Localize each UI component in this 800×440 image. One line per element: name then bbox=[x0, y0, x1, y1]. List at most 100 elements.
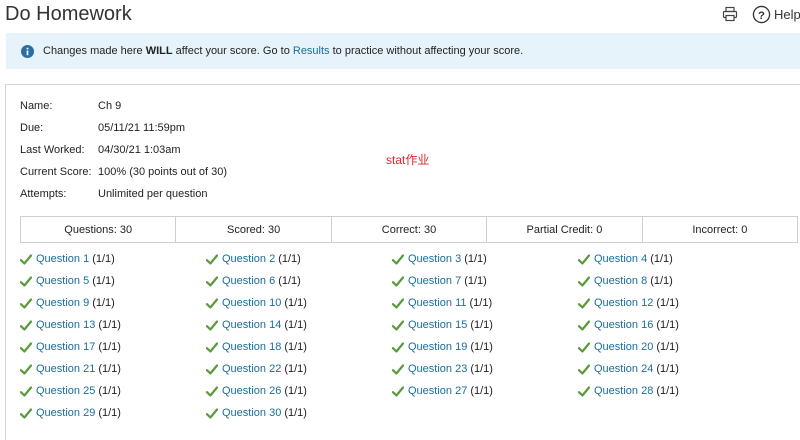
checkmark-icon bbox=[578, 385, 590, 397]
attempts-label: Attempts: bbox=[20, 188, 67, 200]
question-link[interactable]: Question 6 bbox=[222, 274, 275, 288]
results-link[interactable]: Results bbox=[293, 45, 330, 57]
checkmark-icon bbox=[206, 319, 218, 331]
question-score: (1/1) bbox=[98, 319, 121, 331]
question-item[interactable]: Question 17 (1/1) bbox=[20, 340, 121, 354]
question-item[interactable]: Question 25 (1/1) bbox=[20, 384, 121, 398]
question-item[interactable]: Question 1 (1/1) bbox=[20, 252, 115, 266]
question-item[interactable]: Question 23 (1/1) bbox=[392, 362, 493, 376]
question-score: (1/1) bbox=[464, 275, 487, 287]
checkmark-icon bbox=[392, 253, 404, 265]
question-item[interactable]: Question 2 (1/1) bbox=[206, 252, 301, 266]
summary-partial-credit: Partial Credit: 0 bbox=[487, 217, 643, 242]
question-item[interactable]: Question 12 (1/1) bbox=[578, 296, 679, 310]
question-score: (1/1) bbox=[284, 363, 307, 375]
question-item[interactable]: Question 4 (1/1) bbox=[578, 252, 673, 266]
question-score: (1/1) bbox=[92, 297, 115, 309]
question-item[interactable]: Question 22 (1/1) bbox=[206, 362, 307, 376]
question-item[interactable]: Question 15 (1/1) bbox=[392, 318, 493, 332]
svg-text:?: ? bbox=[758, 9, 765, 21]
question-link[interactable]: Question 11 bbox=[408, 296, 467, 310]
question-item[interactable]: Question 29 (1/1) bbox=[20, 406, 121, 420]
print-button[interactable] bbox=[722, 6, 738, 22]
question-link[interactable]: Question 5 bbox=[36, 274, 89, 288]
checkmark-icon bbox=[578, 363, 590, 375]
question-link[interactable]: Question 15 bbox=[408, 318, 467, 332]
question-item[interactable]: Question 18 (1/1) bbox=[206, 340, 307, 354]
question-link[interactable]: Question 22 bbox=[222, 362, 281, 376]
checkmark-icon bbox=[20, 363, 32, 375]
question-link[interactable]: Question 3 bbox=[408, 252, 461, 266]
score-summary: Questions: 30 Scored: 30 Correct: 30 Par… bbox=[20, 216, 798, 243]
question-link[interactable]: Question 25 bbox=[36, 384, 95, 398]
question-item[interactable]: Question 13 (1/1) bbox=[20, 318, 121, 332]
question-item[interactable]: Question 28 (1/1) bbox=[578, 384, 679, 398]
question-item[interactable]: Question 27 (1/1) bbox=[392, 384, 493, 398]
question-link[interactable]: Question 17 bbox=[36, 340, 95, 354]
checkmark-icon bbox=[206, 341, 218, 353]
question-link[interactable]: Question 14 bbox=[222, 318, 281, 332]
question-link[interactable]: Question 28 bbox=[594, 384, 653, 398]
question-link[interactable]: Question 30 bbox=[222, 406, 281, 420]
question-score: (1/1) bbox=[656, 319, 679, 331]
question-score: (1/1) bbox=[92, 275, 115, 287]
checkmark-icon bbox=[206, 407, 218, 419]
question-score: (1/1) bbox=[284, 297, 307, 309]
checkmark-icon bbox=[20, 253, 32, 265]
info-circle-icon bbox=[21, 44, 34, 58]
question-link[interactable]: Question 21 bbox=[36, 362, 95, 376]
question-link[interactable]: Question 10 bbox=[222, 296, 281, 310]
question-link[interactable]: Question 4 bbox=[594, 252, 647, 266]
question-link[interactable]: Question 29 bbox=[36, 406, 95, 420]
question-item[interactable]: Question 7 (1/1) bbox=[392, 274, 487, 288]
summary-questions: Questions: 30 bbox=[21, 217, 177, 242]
question-item[interactable]: Question 6 (1/1) bbox=[206, 274, 301, 288]
question-item[interactable]: Question 10 (1/1) bbox=[206, 296, 307, 310]
checkmark-icon bbox=[20, 319, 32, 331]
question-link[interactable]: Question 23 bbox=[408, 362, 467, 376]
question-item[interactable]: Question 24 (1/1) bbox=[578, 362, 679, 376]
help-button[interactable]: ? Help bbox=[752, 4, 800, 24]
question-link[interactable]: Question 16 bbox=[594, 318, 653, 332]
question-score: (1/1) bbox=[470, 341, 493, 353]
question-item[interactable]: Question 11 (1/1) bbox=[392, 296, 492, 310]
question-item[interactable]: Question 21 (1/1) bbox=[20, 362, 121, 376]
question-link[interactable]: Question 27 bbox=[408, 384, 467, 398]
question-score: (1/1) bbox=[464, 253, 487, 265]
question-link[interactable]: Question 26 bbox=[222, 384, 281, 398]
attempts-value: Unlimited per question bbox=[98, 188, 208, 200]
question-item[interactable]: Question 16 (1/1) bbox=[578, 318, 679, 332]
question-score: (1/1) bbox=[470, 319, 493, 331]
question-score: (1/1) bbox=[284, 385, 307, 397]
question-link[interactable]: Question 13 bbox=[36, 318, 95, 332]
question-item[interactable]: Question 30 (1/1) bbox=[206, 406, 307, 420]
question-score: (1/1) bbox=[656, 297, 679, 309]
question-link[interactable]: Question 19 bbox=[408, 340, 467, 354]
question-link[interactable]: Question 8 bbox=[594, 274, 647, 288]
checkmark-icon bbox=[392, 319, 404, 331]
question-item[interactable]: Question 20 (1/1) bbox=[578, 340, 679, 354]
question-link[interactable]: Question 18 bbox=[222, 340, 281, 354]
question-link[interactable]: Question 2 bbox=[222, 252, 275, 266]
question-score: (1/1) bbox=[470, 363, 493, 375]
question-link[interactable]: Question 12 bbox=[594, 296, 653, 310]
banner-emphasis: WILL bbox=[145, 45, 173, 57]
question-item[interactable]: Question 8 (1/1) bbox=[578, 274, 673, 288]
question-score: (1/1) bbox=[278, 253, 301, 265]
printer-icon bbox=[722, 6, 738, 22]
question-item[interactable]: Question 3 (1/1) bbox=[392, 252, 487, 266]
question-score: (1/1) bbox=[284, 319, 307, 331]
question-item[interactable]: Question 5 (1/1) bbox=[20, 274, 115, 288]
header: Do Homework ? Help bbox=[0, 0, 800, 30]
question-item[interactable]: Question 9 (1/1) bbox=[20, 296, 115, 310]
question-item[interactable]: Question 26 (1/1) bbox=[206, 384, 307, 398]
question-item[interactable]: Question 19 (1/1) bbox=[392, 340, 493, 354]
question-link[interactable]: Question 24 bbox=[594, 362, 653, 376]
question-link[interactable]: Question 1 bbox=[36, 252, 89, 266]
question-link[interactable]: Question 20 bbox=[594, 340, 653, 354]
question-link[interactable]: Question 7 bbox=[408, 274, 461, 288]
question-item[interactable]: Question 14 (1/1) bbox=[206, 318, 307, 332]
current-score-value: 100% (30 points out of 30) bbox=[98, 166, 228, 178]
banner-message: Changes made here WILL affect your score… bbox=[43, 45, 524, 57]
question-link[interactable]: Question 9 bbox=[36, 296, 89, 310]
